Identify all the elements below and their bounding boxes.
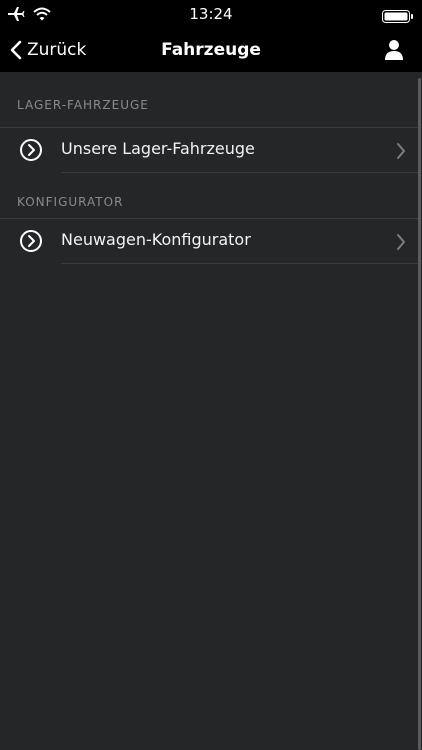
navigation-bar: Zurück Fahrzeuge [0,28,422,72]
circle-chevron-right-icon [19,229,43,257]
status-time: 13:24 [189,5,233,23]
list-item-label: Neuwagen-Konfigurator [61,230,251,249]
circle-chevron-right-icon [19,138,43,166]
list-item-stock-vehicles[interactable]: Unsere Lager-Fahrzeuge [0,128,422,173]
list-item-new-car-configurator[interactable]: Neuwagen-Konfigurator [0,219,422,264]
status-bar: 13:24 [0,0,422,28]
vehicle-menu-list: LAGER-FAHRZEUGE Unsere Lager-Fahrzeuge K… [0,72,422,750]
chevron-right-icon [396,233,406,255]
section-header-configurator: KONFIGURATOR [0,173,422,219]
scrollbar[interactable] [418,78,421,750]
section-header-stock: LAGER-FAHRZEUGE [0,72,422,128]
chevron-right-icon [396,142,406,164]
battery-icon [382,8,414,27]
profile-button[interactable] [384,39,404,61]
list-item-label: Unsere Lager-Fahrzeuge [61,139,255,158]
user-icon [384,40,404,65]
page-title: Fahrzeuge [161,40,261,60]
